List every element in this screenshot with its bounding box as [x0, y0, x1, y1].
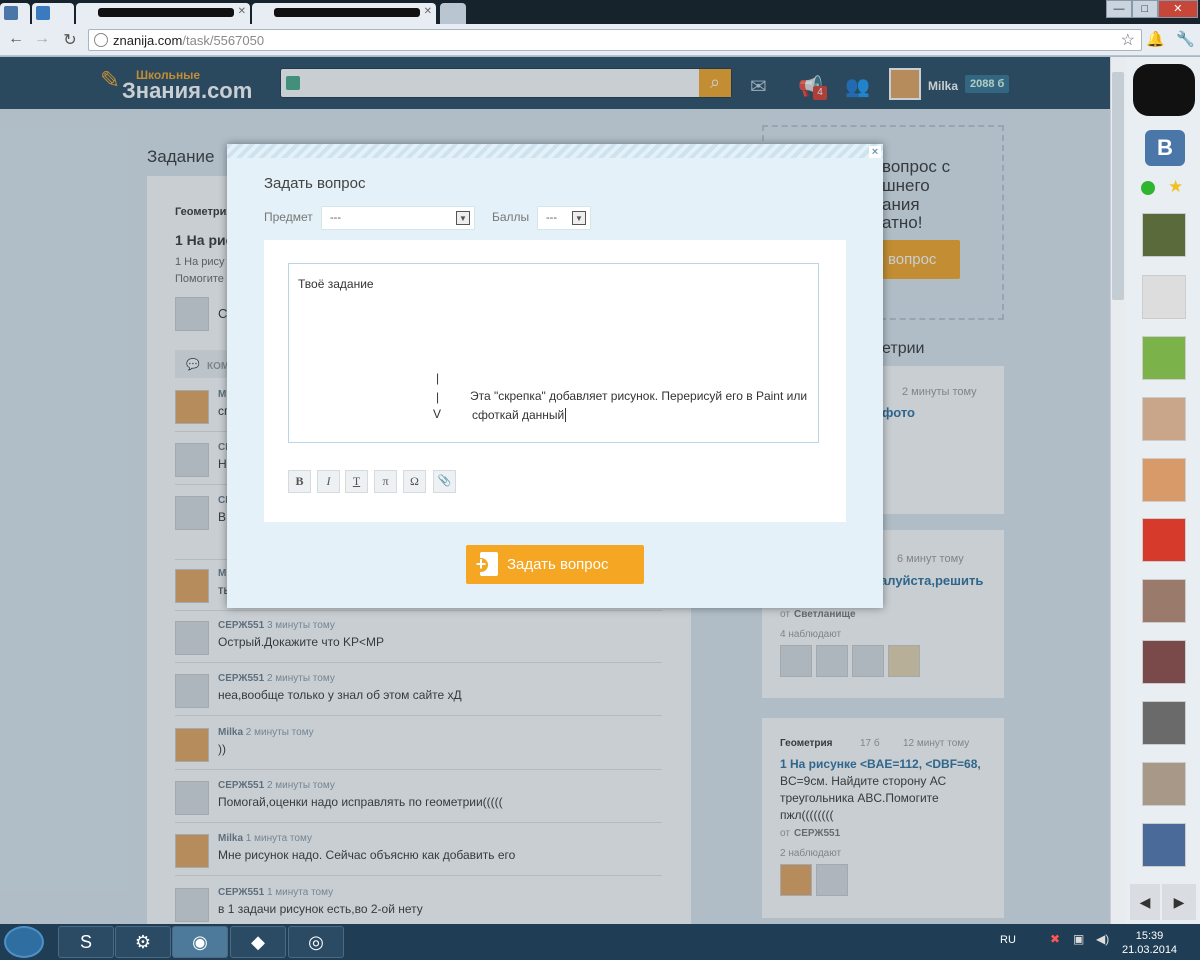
textarea-text-line1: Эта "скрепка" добавляет рисунок. Перерис…: [470, 389, 808, 403]
arrow-line-2: |: [436, 390, 440, 404]
task-textarea-placeholder: Твоё задание: [298, 277, 374, 291]
subject-label: Предмет: [264, 210, 313, 224]
znanija-favicon-icon: [36, 6, 50, 20]
browser-tab-strip: ✕ ✕: [0, 0, 1200, 24]
ask-question-modal: × Задать вопрос Предмет --- ▼ Баллы --- ▼ …: [227, 144, 883, 608]
new-tab-button[interactable]: [440, 3, 466, 24]
friend-avatar[interactable]: [1142, 762, 1186, 806]
volume-icon[interactable]: ◀): [1096, 932, 1109, 946]
skype-icon[interactable]: S: [58, 926, 114, 958]
network-warning-icon[interactable]: ✖: [1050, 932, 1060, 946]
friend-avatar[interactable]: [1142, 275, 1186, 319]
points-label: Баллы: [492, 210, 530, 224]
omega-symbol-button[interactable]: Ω: [403, 470, 426, 493]
star-icon[interactable]: ★: [1168, 177, 1183, 197]
friend-avatar[interactable]: [1142, 640, 1186, 684]
add-document-icon: [474, 552, 498, 576]
taskbar-clock[interactable]: 15:39 21.03.2014: [1122, 929, 1177, 957]
pi-symbol-button[interactable]: π: [374, 470, 397, 493]
address-bar[interactable]: znanija.com/task/5567050 ☆: [88, 29, 1142, 51]
webcam-icon[interactable]: ◎: [288, 926, 344, 958]
language-indicator[interactable]: RU: [1000, 934, 1016, 946]
subject-select[interactable]: --- ▼: [321, 206, 475, 230]
vk-logo-icon[interactable]: B: [1145, 130, 1185, 166]
ask-question-submit-button[interactable]: Задать вопрос: [466, 545, 644, 584]
reload-icon[interactable]: ↻: [60, 30, 80, 50]
arrow-line-1: |: [436, 371, 440, 385]
vk-favicon-icon: [4, 6, 18, 20]
bookmark-star-icon[interactable]: ☆: [1121, 30, 1135, 50]
tab-close-icon[interactable]: ✕: [238, 6, 246, 17]
tab-title-redacted: [274, 8, 420, 17]
friend-avatar[interactable]: [1142, 458, 1186, 502]
textarea-text-line2: сфоткай данный: [472, 408, 567, 422]
clock-time: 15:39: [1135, 930, 1164, 942]
friend-avatar[interactable]: [1142, 397, 1186, 441]
tab-close-icon[interactable]: ✕: [424, 6, 432, 17]
steam-icon[interactable]: ⚙: [115, 926, 171, 958]
panel-collapse-right-icon[interactable]: ▶: [1162, 884, 1196, 920]
arrow-line-3: V: [433, 407, 442, 421]
friend-avatar[interactable]: [1142, 518, 1186, 562]
paperclip-icon[interactable]: 📎: [433, 470, 456, 493]
tab-redacted-2[interactable]: ✕: [252, 3, 436, 24]
back-arrow-icon[interactable]: ←: [6, 30, 26, 48]
underline-button[interactable]: T: [345, 470, 368, 493]
close-window-button[interactable]: ✕: [1157, 0, 1198, 18]
wrench-icon[interactable]: 🔧: [1176, 30, 1195, 48]
friend-avatar[interactable]: [1142, 701, 1186, 745]
panel-collapse-left-icon[interactable]: ◀: [1130, 884, 1160, 920]
points-select[interactable]: --- ▼: [537, 206, 591, 230]
bell-icon[interactable]: 🔔: [1146, 30, 1165, 48]
online-status-icon: [1141, 181, 1155, 195]
scrollbar-thumb[interactable]: [1112, 72, 1124, 300]
tab-vk[interactable]: [0, 3, 30, 24]
tab-redacted-1[interactable]: ✕: [76, 3, 250, 24]
display-icon[interactable]: ▣: [1073, 932, 1084, 946]
clock-date: 21.03.2014: [1122, 944, 1178, 956]
chrome-icon[interactable]: ◉: [172, 926, 228, 958]
modal-close-button[interactable]: ×: [869, 146, 881, 158]
maximize-button[interactable]: □: [1131, 0, 1158, 18]
user-photo-redacted[interactable]: [1133, 64, 1195, 116]
tab-title-redacted: [98, 8, 234, 17]
friend-avatar[interactable]: [1142, 213, 1186, 257]
friend-avatar[interactable]: [1142, 579, 1186, 623]
italic-button[interactable]: I: [317, 470, 340, 493]
minimize-button[interactable]: —: [1106, 0, 1132, 18]
friend-avatar[interactable]: [1142, 823, 1186, 867]
app-icon[interactable]: ◆: [230, 926, 286, 958]
chevron-down-icon: ▼: [456, 211, 470, 225]
modal-header-stripe: [227, 144, 883, 158]
friend-avatar[interactable]: [1142, 336, 1186, 380]
window-controls: — □ ✕: [1106, 0, 1198, 18]
chevron-down-icon: ▼: [572, 211, 586, 225]
forward-arrow-icon[interactable]: →: [32, 30, 52, 48]
start-button[interactable]: [4, 926, 44, 958]
page-icon: [94, 33, 108, 47]
bold-button[interactable]: B: [288, 470, 311, 493]
url-text: znanija.com/task/5567050: [113, 33, 265, 48]
tab-znanija[interactable]: [32, 3, 74, 24]
modal-title: Задать вопрос: [264, 175, 366, 192]
